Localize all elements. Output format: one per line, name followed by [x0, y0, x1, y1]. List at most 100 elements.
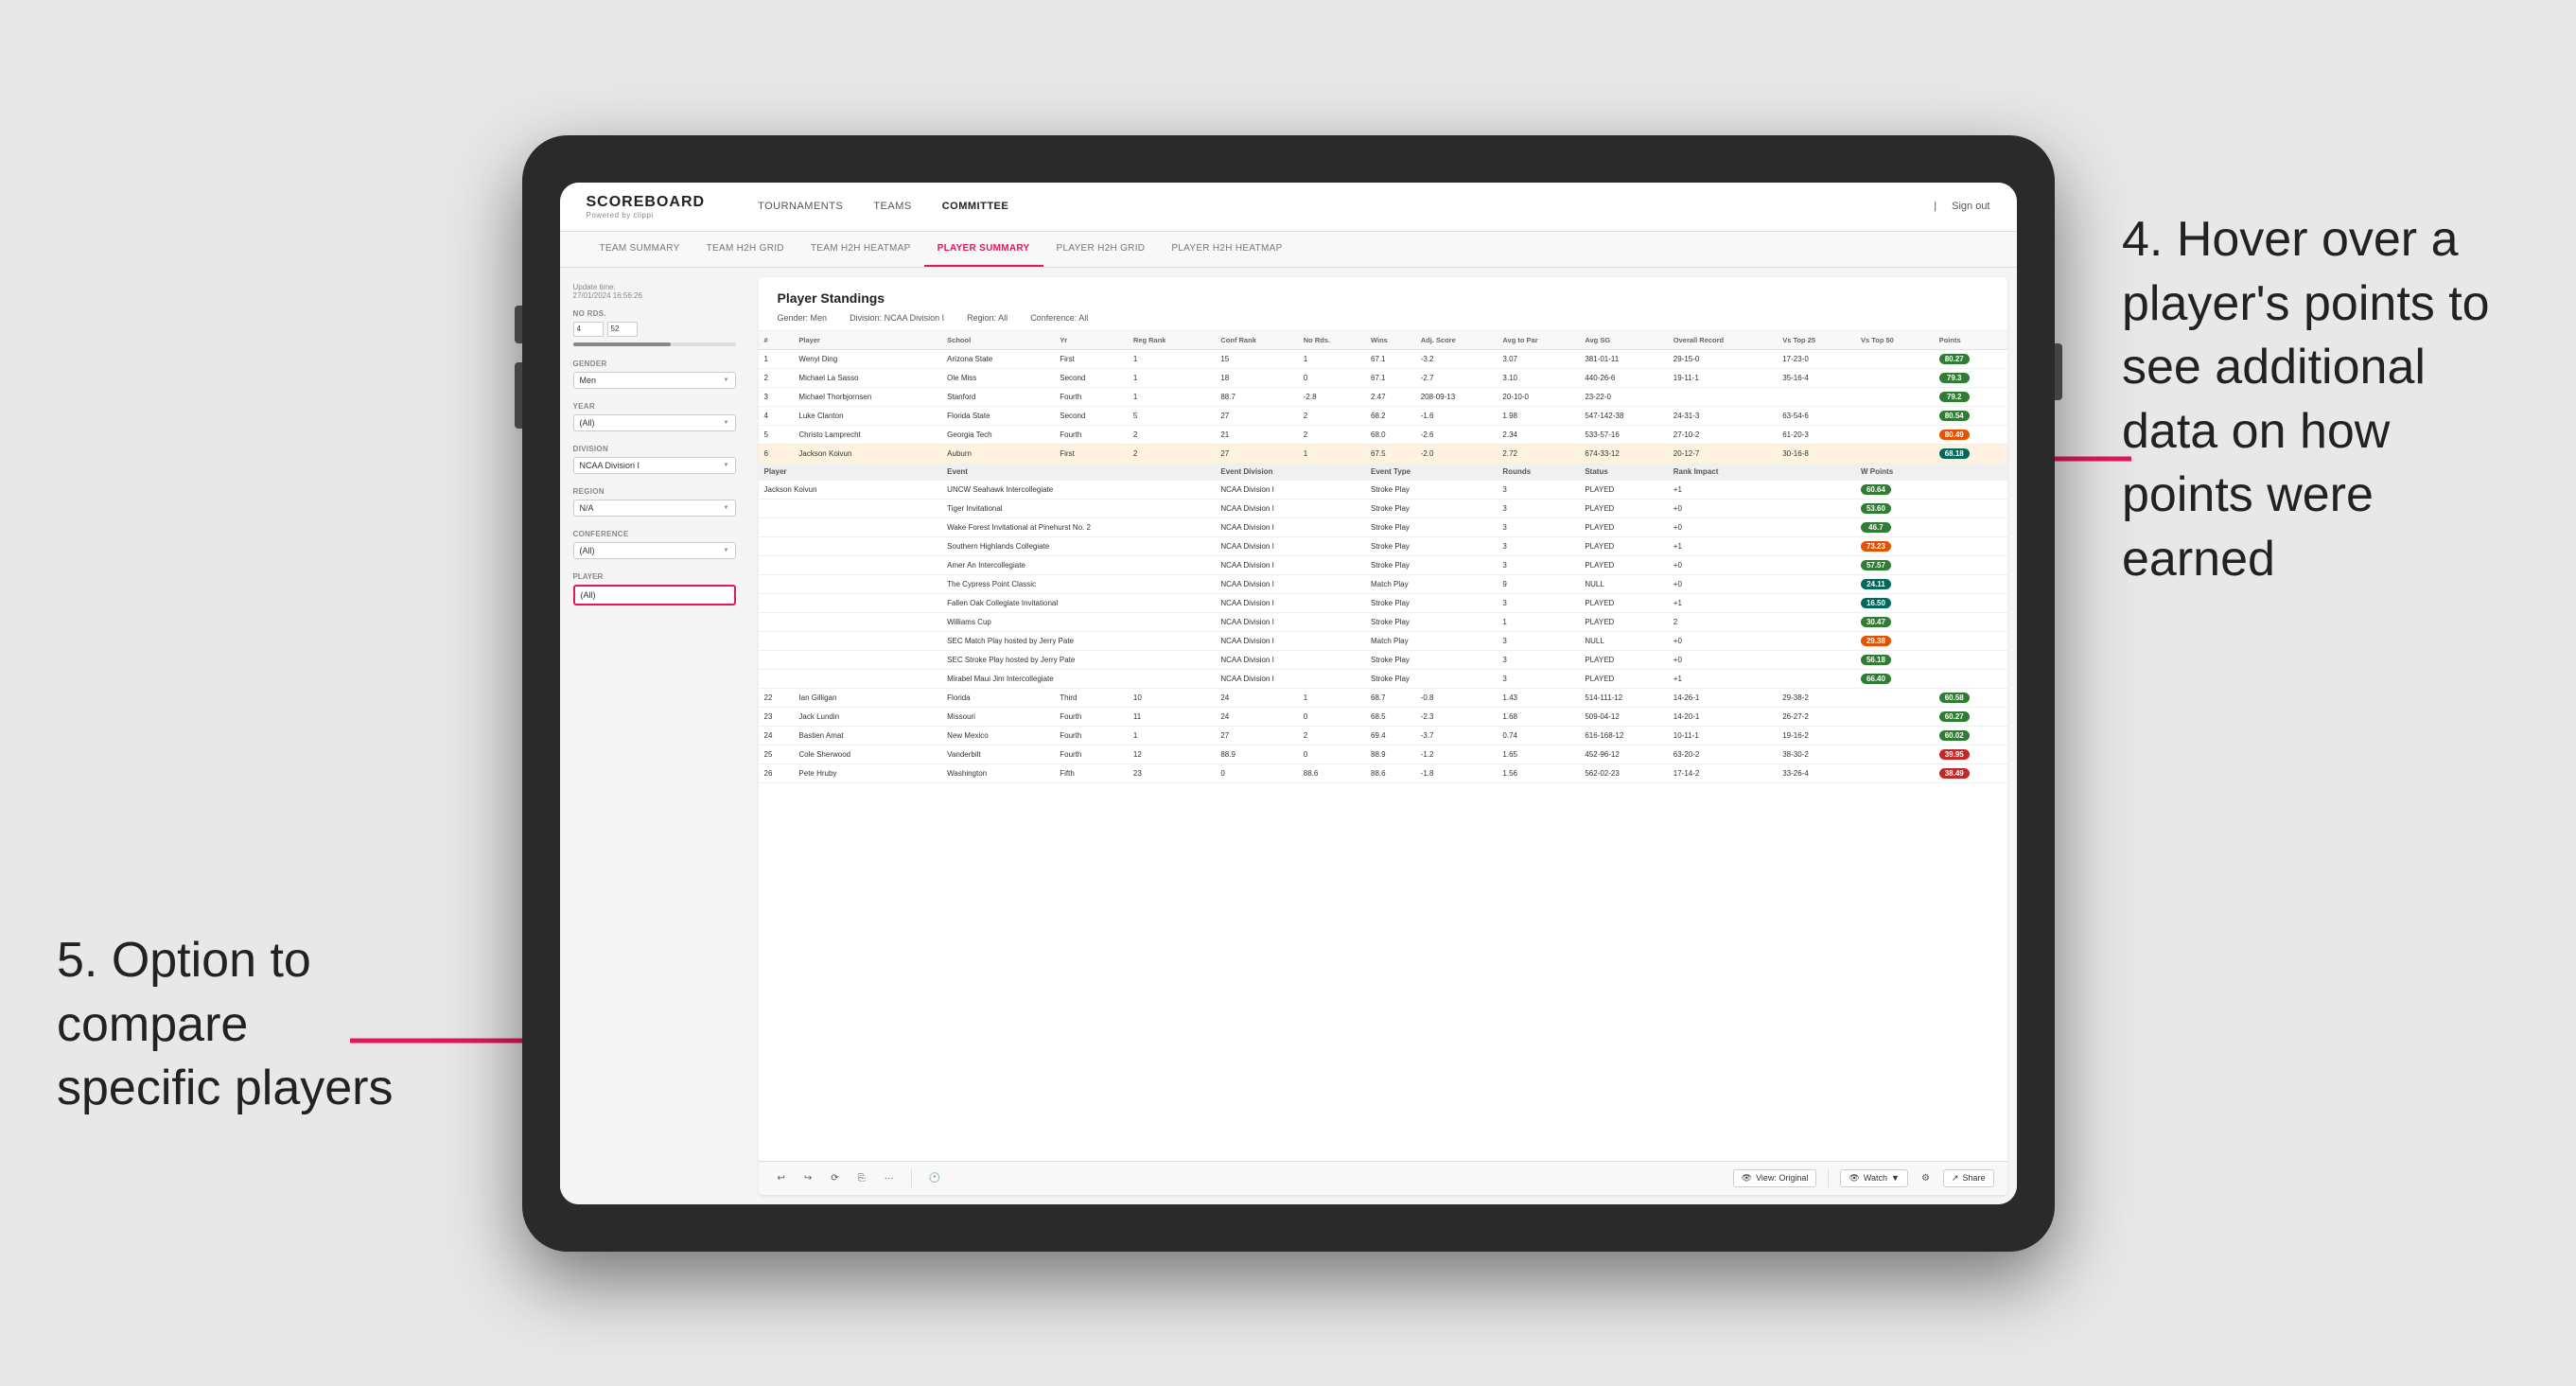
table-row: 5 Christo Lamprecht Georgia Tech Fourth … [759, 425, 2007, 444]
main-panel: Player Standings Gender: Men Division: N… [759, 277, 2007, 1195]
share-icon: ↗ [1952, 1173, 1959, 1184]
header-right: | Sign out [1934, 201, 1989, 212]
table-row: The Cypress Point Classic NCAA Division … [759, 574, 2007, 593]
col-avg-to-par: Avg to Par [1497, 331, 1579, 350]
col-wins: Wins [1365, 331, 1415, 350]
conference-select[interactable]: (All) [573, 542, 736, 559]
more-button[interactable]: ··· [879, 1170, 900, 1186]
col-no-rds: No Rds. [1298, 331, 1365, 350]
main-content: Update time: 27/01/2024 16:56:26 No Rds. [560, 268, 2017, 1204]
table-row: 4 Luke Clanton Florida State Second 5 27… [759, 406, 2007, 425]
tab-team-h2h-heatmap[interactable]: TEAM H2H HEATMAP [797, 232, 924, 267]
refresh-button[interactable]: ⟳ [825, 1170, 844, 1186]
sidebar-year: Year (All) [573, 402, 736, 431]
clock-button[interactable]: 🕐 [923, 1170, 946, 1186]
col-player: Player [793, 331, 941, 350]
table-row: SEC Stroke Play hosted by Jerry Pate NCA… [759, 650, 2007, 669]
table-row: Mirabel Maui Jim Intercollegiate NCAA Di… [759, 669, 2007, 688]
sub-nav: TEAM SUMMARY TEAM H2H GRID TEAM H2H HEAT… [560, 232, 2017, 268]
panel-header: Player Standings Gender: Men Division: N… [759, 277, 2007, 331]
logo-area: SCOREBOARD Powered by clippi [587, 194, 706, 219]
sidebar-no-rds: No Rds. [573, 309, 736, 346]
table-row: SEC Match Play hosted by Jerry Pate NCAA… [759, 631, 2007, 650]
range-slider[interactable] [573, 342, 736, 346]
sidebar-player: Player (All) [573, 572, 736, 605]
share-button[interactable]: ↗ Share [1943, 1169, 1994, 1187]
table-row-event-header: Player Event Event Division Event Type R… [759, 463, 2007, 480]
sidebar-conference: Conference (All) [573, 530, 736, 559]
watch-button[interactable]: 👁 Watch ▼ [1840, 1169, 1908, 1187]
sidebar-gender: Gender Men [573, 360, 736, 389]
col-rank: # [759, 331, 794, 350]
chevron-down-icon: ▼ [1891, 1173, 1900, 1183]
col-adj-score: Adj. Score [1415, 331, 1498, 350]
nav-tournaments[interactable]: TOURNAMENTS [743, 195, 858, 218]
table-row: 22 Ian Gilligan Florida Third 10 24 1 68… [759, 688, 2007, 707]
tablet-frame: SCOREBOARD Powered by clippi TOURNAMENTS… [522, 135, 2055, 1252]
year-select[interactable]: (All) [573, 414, 736, 431]
standings-table: # Player School Yr Reg Rank Conf Rank No… [759, 331, 2007, 783]
sign-out-button[interactable]: Sign out [1952, 201, 1989, 212]
table-row: Amer An Intercollegiate NCAA Division I … [759, 555, 2007, 574]
tab-team-h2h-grid[interactable]: TEAM H2H GRID [693, 232, 797, 267]
col-points: Points [1934, 331, 2007, 350]
redo-button[interactable]: ↪ [798, 1170, 817, 1186]
col-yr: Yr [1054, 331, 1128, 350]
watch-icon: 👁 [1849, 1173, 1859, 1184]
sidebar-region: Region N/A [573, 487, 736, 517]
table-row: 26 Pete Hruby Washington Fifth 23 0 88.6… [759, 763, 2007, 782]
table-row: Jackson Koivun UNCW Seahawk Intercollegi… [759, 480, 2007, 499]
tab-team-summary[interactable]: TEAM SUMMARY [587, 232, 693, 267]
player-select[interactable]: (All) [573, 585, 736, 605]
page-wrapper: 4. Hover over a player's points to see a… [0, 0, 2576, 1386]
sidebar: Update time: 27/01/2024 16:56:26 No Rds. [560, 268, 749, 1204]
no-rds-to-input[interactable] [607, 322, 638, 337]
range-slider-fill [573, 342, 671, 346]
col-conf-rank: Conf Rank [1215, 331, 1297, 350]
table-row: 1 Wenyi Ding Arizona State First 1 15 1 … [759, 349, 2007, 368]
table-container[interactable]: # Player School Yr Reg Rank Conf Rank No… [759, 331, 2007, 1161]
copy-button[interactable]: ⎘ [852, 1170, 871, 1186]
table-row: Southern Highlands Collegiate NCAA Divis… [759, 536, 2007, 555]
col-vs25: Vs Top 25 [1777, 331, 1855, 350]
col-avg-sg: Avg SG [1579, 331, 1667, 350]
tab-player-h2h-heatmap[interactable]: PLAYER H2H HEATMAP [1158, 232, 1295, 267]
col-reg-rank: Reg Rank [1128, 331, 1215, 350]
table-row: 2 Michael La Sasso Ole Miss Second 1 18 … [759, 368, 2007, 387]
col-vs50: Vs Top 50 [1855, 331, 1934, 350]
nav-committee[interactable]: COMMITTEE [927, 195, 1025, 218]
settings-button[interactable]: ⚙ [1916, 1170, 1936, 1186]
view-original-button[interactable]: 👁 View: Original [1733, 1169, 1817, 1187]
table-row: Tiger Invitational NCAA Division I Strok… [759, 499, 2007, 518]
nav-teams[interactable]: TEAMS [858, 195, 926, 218]
table-row: 24 Bastien Amat New Mexico Fourth 1 27 2… [759, 726, 2007, 745]
no-rds-from-input[interactable] [573, 322, 604, 337]
undo-button[interactable]: ↩ [772, 1170, 791, 1186]
tab-player-h2h-grid[interactable]: PLAYER H2H GRID [1043, 232, 1159, 267]
division-select[interactable]: NCAA Division I [573, 457, 736, 474]
nav-items: TOURNAMENTS TEAMS COMMITTEE [743, 195, 1024, 218]
annotation-right: 4. Hover over a player's points to see a… [2122, 208, 2519, 592]
logo-text: SCOREBOARD [587, 194, 706, 211]
col-school: School [941, 331, 1054, 350]
region-select[interactable]: N/A [573, 500, 736, 517]
filter-row: Gender: Men Division: NCAA Division I Re… [778, 313, 1989, 323]
table-row-highlighted: 6 Jackson Koivun Auburn First 2 27 1 67.… [759, 444, 2007, 463]
logo-sub: Powered by clippi [587, 211, 706, 219]
annotation-left: 5. Option to compare specific players [57, 929, 397, 1121]
table-row: 25 Cole Sherwood Vanderbilt Fourth 12 88… [759, 745, 2007, 763]
panel-title: Player Standings [778, 290, 1989, 306]
gender-select[interactable]: Men [573, 372, 736, 389]
bottom-toolbar: ↩ ↪ ⟳ ⎘ ··· 🕐 👁 View: Original [759, 1161, 2007, 1195]
toolbar-separator [911, 1168, 912, 1187]
table-header-row: # Player School Yr Reg Rank Conf Rank No… [759, 331, 2007, 350]
toolbar-separator-2 [1828, 1168, 1829, 1187]
update-time: Update time: 27/01/2024 16:56:26 [573, 283, 736, 300]
table-row: Williams Cup NCAA Division I Stroke Play… [759, 612, 2007, 631]
tab-player-summary[interactable]: PLAYER SUMMARY [924, 232, 1043, 267]
sidebar-division: Division NCAA Division I [573, 445, 736, 474]
table-row: Wake Forest Invitational at Pinehurst No… [759, 518, 2007, 536]
view-icon: 👁 [1742, 1173, 1752, 1184]
app-header: SCOREBOARD Powered by clippi TOURNAMENTS… [560, 183, 2017, 232]
tablet-screen: SCOREBOARD Powered by clippi TOURNAMENTS… [560, 183, 2017, 1204]
